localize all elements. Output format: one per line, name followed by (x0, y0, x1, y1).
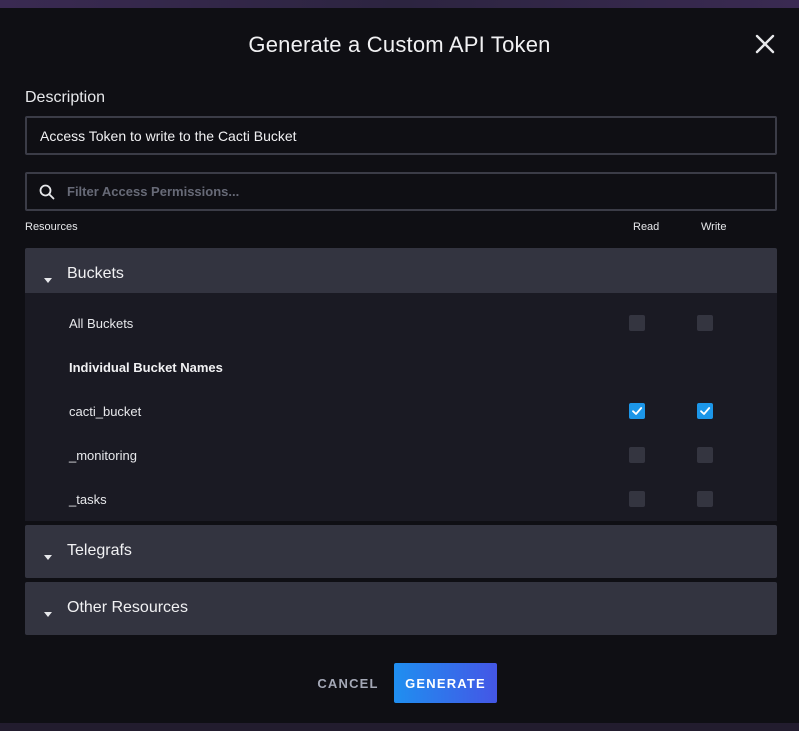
write-column-header: Write (701, 221, 727, 233)
resource-name: All Buckets (69, 316, 134, 331)
resource-name: cacti_bucket (69, 404, 142, 419)
read-checkbox[interactable] (629, 315, 645, 331)
filter-permissions-input[interactable] (67, 174, 767, 209)
write-checkbox[interactable] (697, 403, 713, 419)
read-checkbox[interactable] (629, 403, 645, 419)
caret-down-icon (44, 605, 52, 617)
read-column-header: Read (633, 221, 660, 233)
backdrop (0, 723, 799, 731)
permission-row-cacti-bucket: cacti_bucket (25, 389, 777, 433)
telegrafs-section-header[interactable]: Telegrafs (25, 525, 777, 578)
individual-buckets-heading: Individual Bucket Names (25, 345, 777, 389)
description-input[interactable] (25, 116, 777, 155)
caret-down-icon (44, 271, 52, 283)
buckets-section-body: All Buckets Individual Bucket Names cact… (25, 293, 777, 521)
caret-down-icon (44, 548, 52, 560)
buckets-section-label: Buckets (67, 265, 124, 282)
backdrop (0, 0, 799, 8)
permission-row-monitoring: _monitoring (25, 433, 777, 477)
other-resources-section-label: Other Resources (67, 599, 188, 616)
write-checkbox[interactable] (697, 315, 713, 331)
telegrafs-section-label: Telegrafs (67, 542, 132, 559)
checkmark-icon (632, 407, 643, 415)
read-checkbox[interactable] (629, 447, 645, 463)
generate-button[interactable]: GENERATE (394, 663, 497, 703)
description-label: Description (25, 89, 106, 106)
resource-name: _tasks (69, 492, 107, 507)
search-icon (39, 184, 55, 200)
resource-name: _monitoring (69, 448, 137, 463)
cancel-button[interactable]: CANCEL (304, 663, 392, 703)
write-checkbox[interactable] (697, 447, 713, 463)
checkmark-icon (700, 407, 711, 415)
permission-row-all-buckets: All Buckets (25, 301, 777, 345)
resources-column-header: Resources (25, 221, 78, 233)
filter-permissions-field[interactable] (25, 172, 777, 211)
permission-row-tasks: _tasks (25, 477, 777, 521)
dialog-title: Generate a Custom API Token (248, 32, 551, 57)
close-icon[interactable] (754, 33, 776, 55)
section-subheading: Individual Bucket Names (69, 360, 223, 375)
read-checkbox[interactable] (629, 491, 645, 507)
write-checkbox[interactable] (697, 491, 713, 507)
other-resources-section-header[interactable]: Other Resources (25, 582, 777, 635)
